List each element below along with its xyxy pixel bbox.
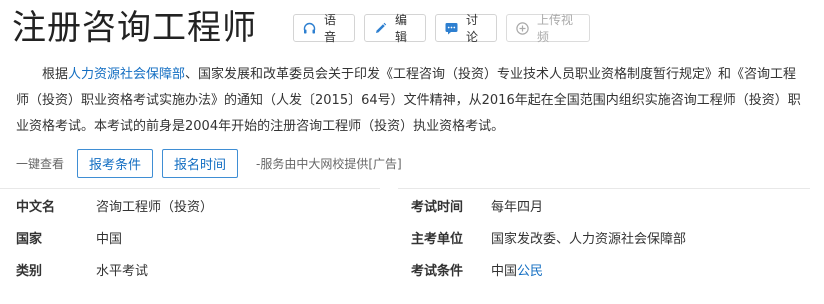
info-value: 咨询工程师（投资） bbox=[96, 199, 214, 215]
info-row: 考试条件 中国公民 bbox=[411, 253, 686, 285]
edit-label: 编辑 bbox=[395, 13, 408, 44]
info-key: 考试条件 bbox=[411, 263, 464, 279]
basic-info-right: 考试时间 每年四月 主考单位 国家发改委、人力资源社会保障部 考试条件 中国公民 bbox=[411, 189, 686, 285]
toolbar: 语音 编辑 讨论 上传视频 bbox=[293, 13, 599, 44]
headphones-icon bbox=[303, 21, 316, 35]
intro-link-mohrss[interactable]: 人力资源社会保障部 bbox=[68, 67, 185, 82]
exam-conditions-button[interactable]: 报考条件 bbox=[77, 148, 154, 178]
voice-button[interactable]: 语音 bbox=[293, 13, 355, 44]
header: 注册咨询工程师 bbox=[12, 6, 257, 50]
info-key: 中文名 bbox=[16, 199, 56, 215]
info-key: 考试时间 bbox=[411, 199, 464, 215]
basic-info-left: 中文名 咨询工程师（投资） 国家 中国 类别 水平考试 bbox=[16, 189, 213, 285]
citizen-link[interactable]: 公民 bbox=[517, 264, 543, 279]
pencil-icon bbox=[374, 21, 387, 35]
quick-view-bar: 一键查看 报考条件 报名时间 -服务由中大网校提供[广告] bbox=[16, 148, 402, 178]
info-value: 国家发改委、人力资源社会保障部 bbox=[491, 231, 687, 247]
intro-paragraph: 根据人力资源社会保障部、国家发展和改革委员会关于印发《工程咨询（投资）专业技术人… bbox=[16, 62, 808, 140]
discuss-label: 讨论 bbox=[466, 13, 479, 44]
intro-text-1: 根据 bbox=[42, 67, 69, 82]
info-key: 主考单位 bbox=[411, 231, 464, 247]
info-row: 中文名 咨询工程师（投资） bbox=[16, 189, 213, 221]
page-title: 注册咨询工程师 bbox=[12, 8, 257, 48]
info-key: 类别 bbox=[16, 263, 43, 279]
plus-circle-icon bbox=[516, 21, 529, 35]
info-key: 国家 bbox=[16, 231, 43, 247]
upload-video-button[interactable]: 上传视频 bbox=[506, 13, 590, 44]
info-row: 类别 水平考试 bbox=[16, 253, 213, 285]
registration-time-button[interactable]: 报名时间 bbox=[162, 148, 239, 178]
info-row: 国家 中国 bbox=[16, 221, 213, 253]
quick-view-label: 一键查看 bbox=[16, 156, 65, 171]
ad-note: -服务由中大网校提供[广告] bbox=[256, 156, 402, 171]
chat-icon bbox=[445, 21, 458, 35]
info-value: 每年四月 bbox=[491, 199, 544, 215]
voice-label: 语音 bbox=[324, 13, 337, 44]
info-value-text: 中国 bbox=[491, 263, 518, 279]
discuss-button[interactable]: 讨论 bbox=[435, 13, 497, 44]
info-row: 主考单位 国家发改委、人力资源社会保障部 bbox=[411, 221, 686, 253]
info-value: 水平考试 bbox=[96, 263, 149, 279]
info-row: 考试时间 每年四月 bbox=[411, 189, 686, 221]
edit-button[interactable]: 编辑 bbox=[364, 13, 426, 44]
info-value: 中国 bbox=[96, 231, 123, 247]
info-value: 中国公民 bbox=[491, 260, 543, 279]
upload-video-label: 上传视频 bbox=[537, 13, 574, 44]
